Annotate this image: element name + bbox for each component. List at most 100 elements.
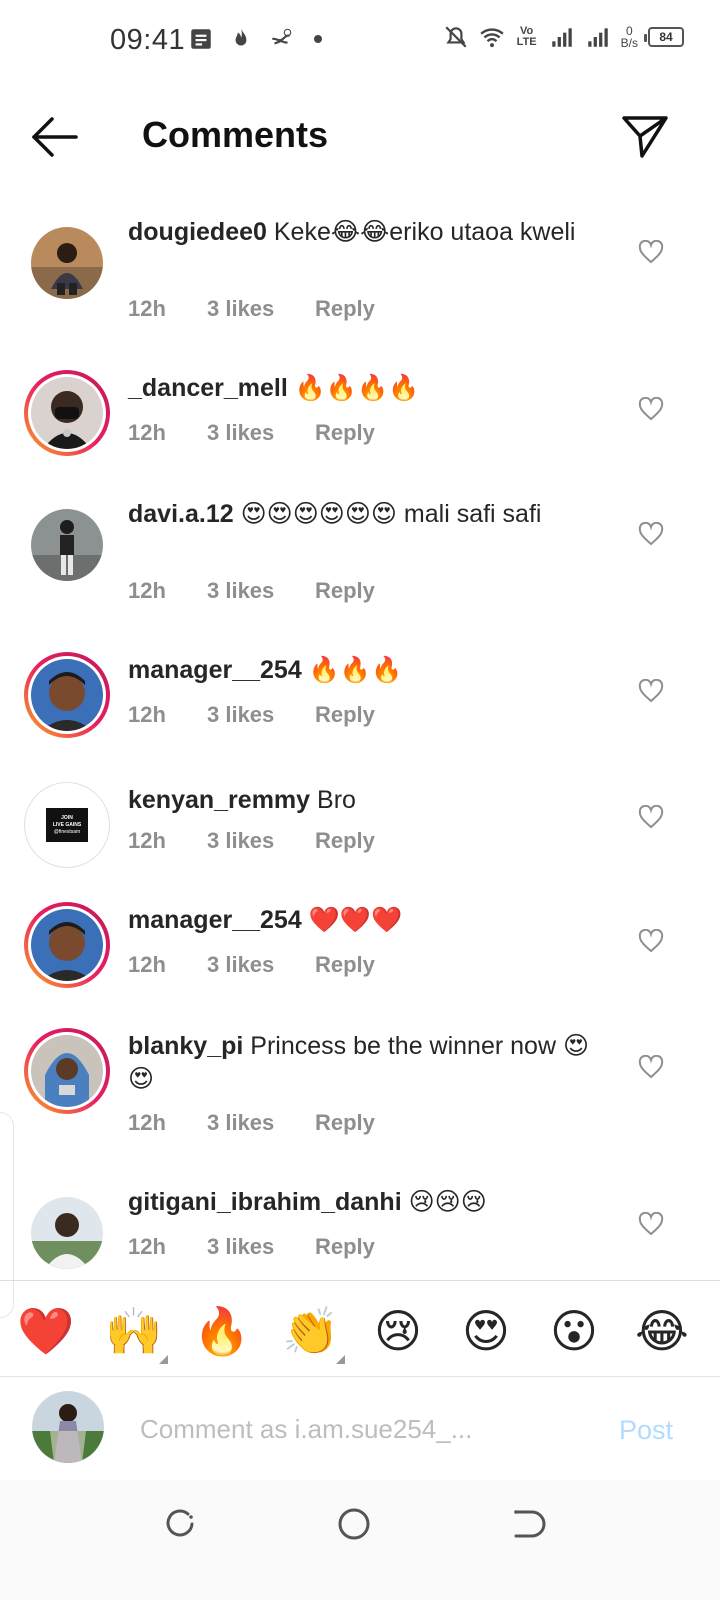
emoji-quick-bar: ❤️ 🙌 🔥 👏 😢 😍 😮 😂 — [0, 1280, 720, 1376]
back-arrow-icon[interactable] — [28, 114, 80, 160]
comment-likes[interactable]: 3 likes — [207, 420, 315, 446]
comment-message: 😍😍😍😍😍😍 mali safi safi — [240, 500, 542, 528]
comment-meta: 12h 3 likes Reply — [128, 578, 375, 604]
comments-list[interactable]: dougiedee0 Keke😂😂eriko utaoa kweli 12h 3… — [0, 200, 720, 1285]
comment-meta: 12h 3 likes Reply — [128, 828, 375, 854]
reply-button[interactable]: Reply — [315, 952, 375, 978]
comment-message: Keke😂😂eriko utaoa kweli — [273, 218, 576, 246]
reply-button[interactable]: Reply — [315, 1234, 375, 1260]
comment-meta: 12h 3 likes Reply — [128, 1110, 375, 1136]
emoji-laughing-button[interactable]: 😂 — [634, 1303, 690, 1359]
comment-message: 🔥🔥🔥 — [308, 656, 403, 684]
avatar-with-story-ring[interactable] — [24, 902, 110, 988]
reply-button[interactable]: Reply — [315, 420, 375, 446]
comment-message: Bro — [317, 786, 356, 814]
comment-time: 12h — [128, 1110, 166, 1135]
emoji-surprised-button[interactable]: 😮 — [546, 1303, 602, 1359]
reply-button[interactable]: Reply — [315, 578, 375, 604]
comment-text: davi.a.12 😍😍😍😍😍😍 mali safi safi — [128, 498, 608, 531]
comment-text: manager__254 ❤️❤️❤️ — [128, 904, 608, 937]
comment-username[interactable]: manager__254 — [128, 656, 302, 684]
avatar-photo — [31, 227, 103, 299]
avatar-ring-gap — [28, 656, 106, 734]
avatar[interactable] — [24, 502, 110, 588]
reply-button[interactable]: Reply — [315, 702, 375, 728]
comment-likes[interactable]: 3 likes — [207, 1234, 315, 1260]
like-heart-icon[interactable] — [638, 1212, 664, 1236]
reply-button[interactable]: Reply — [315, 828, 375, 854]
signal-icon-2 — [587, 28, 608, 47]
emoji-raised-hands-button[interactable]: 🙌 — [105, 1303, 162, 1359]
more-notifications-dot — [314, 35, 322, 43]
comment-username[interactable]: blanky_pi — [128, 1032, 243, 1060]
comment-likes[interactable]: 3 likes — [207, 296, 315, 322]
comment-text: gitigani_ibrahim_danhi 😢😢😢 — [128, 1186, 608, 1219]
reply-button[interactable]: Reply — [315, 296, 375, 322]
comments-header: Comments — [0, 92, 720, 182]
data-speed-unit: B/s — [620, 36, 638, 50]
comment-text: dougiedee0 Keke😂😂eriko utaoa kweli — [128, 216, 608, 249]
home-icon[interactable] — [334, 1504, 374, 1544]
comment-meta: 12h 3 likes Reply — [128, 1234, 375, 1260]
comment-likes[interactable]: 3 likes — [207, 578, 315, 604]
comment-meta: 12h 3 likes Reply — [128, 296, 375, 322]
comment-time: 12h — [128, 296, 166, 321]
avatar[interactable] — [24, 1190, 110, 1276]
like-heart-icon[interactable] — [638, 397, 664, 421]
comment-likes[interactable]: 3 likes — [207, 952, 315, 978]
avatar-badge-text-3: @finestsam — [53, 828, 81, 835]
avatar-with-story-ring[interactable] — [24, 652, 110, 738]
comment-username[interactable]: manager__254 — [128, 906, 302, 934]
post-button[interactable]: Post — [619, 1415, 673, 1446]
like-heart-icon[interactable] — [638, 679, 664, 703]
comment-time: 12h — [128, 828, 166, 853]
app-notification-icon — [271, 28, 292, 45]
comment-username[interactable]: dougiedee0 — [128, 218, 267, 246]
avatar-photo: JOIN LIVE GAINS @finestsam — [31, 789, 103, 861]
fire-app-icon — [235, 28, 247, 46]
recents-icon[interactable] — [160, 1504, 200, 1544]
status-bar: 09:41 Vo LTE 0 B/s 84 — [0, 0, 720, 80]
reply-button[interactable]: Reply — [315, 1110, 375, 1136]
avatar-with-story-ring[interactable] — [24, 1028, 110, 1114]
comment-username[interactable]: _dancer_mell — [128, 374, 288, 402]
comment-time: 12h — [128, 952, 166, 977]
comment-message: 😢😢😢 — [408, 1188, 487, 1216]
emoji-fire-button[interactable]: 🔥 — [193, 1303, 250, 1359]
current-user-avatar — [32, 1391, 104, 1463]
comment-likes[interactable]: 3 likes — [207, 702, 315, 728]
comment-meta: 12h 3 likes Reply — [128, 702, 375, 728]
comment-likes[interactable]: 3 likes — [207, 828, 315, 854]
like-heart-icon[interactable] — [638, 522, 664, 546]
data-speed: 0 B/s — [621, 25, 638, 49]
like-heart-icon[interactable] — [638, 240, 664, 264]
like-heart-icon[interactable] — [638, 929, 664, 953]
comment-text: _dancer_mell 🔥🔥🔥🔥 — [128, 372, 608, 405]
emoji-heart-eyes-button[interactable]: 😍 — [458, 1303, 514, 1359]
emoji-clap-button[interactable]: 👏 — [282, 1303, 339, 1359]
comment-composer: Post — [0, 1376, 720, 1480]
emoji-heart-button[interactable]: ❤️ — [17, 1303, 74, 1359]
like-heart-icon[interactable] — [638, 1055, 664, 1079]
comment-input[interactable] — [140, 1411, 560, 1447]
like-heart-icon[interactable] — [638, 805, 664, 829]
comment-time: 12h — [128, 578, 166, 603]
send-direct-icon[interactable] — [620, 110, 670, 160]
comment-likes[interactable]: 3 likes — [207, 1110, 315, 1136]
avatar[interactable] — [24, 220, 110, 306]
comment-username[interactable]: davi.a.12 — [128, 500, 234, 528]
avatar-photo — [31, 1035, 103, 1107]
avatar-with-story-ring[interactable] — [24, 370, 110, 456]
avatar-ring-gap — [28, 374, 106, 452]
avatar-ring-gap — [28, 906, 106, 984]
avatar[interactable]: JOIN LIVE GAINS @finestsam — [24, 782, 110, 868]
comment-username[interactable]: kenyan_remmy — [128, 786, 310, 814]
signal-icon-1 — [551, 28, 572, 47]
comment-meta: 12h 3 likes Reply — [128, 952, 375, 978]
comment-text: kenyan_remmy Bro — [128, 784, 608, 817]
message-notification-icon — [191, 29, 211, 49]
avatar-photo — [31, 509, 103, 581]
comment-username[interactable]: gitigani_ibrahim_danhi — [128, 1188, 402, 1216]
emoji-crying-button[interactable]: 😢 — [370, 1303, 426, 1359]
back-nav-icon[interactable] — [506, 1504, 546, 1544]
